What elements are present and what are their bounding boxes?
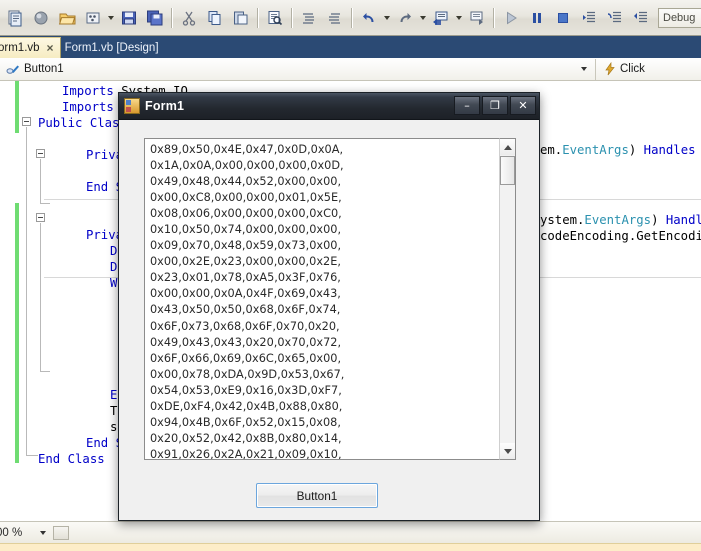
horizontal-scrollbar[interactable] [53,525,69,540]
toolbar-separator-3 [291,7,293,28]
code-fragment: em.EventArgs) Handles M [540,143,696,157]
uncomment-icon[interactable] [323,6,347,30]
member-event-combo[interactable]: Click [596,59,701,80]
form1-window[interactable]: Form1 – ❐ ✕ 0x89,0x50,0x4E,0x47,0x0D,0x0… [118,92,540,521]
add-item-dropdown[interactable] [106,7,116,29]
close-button[interactable]: ✕ [510,96,536,115]
scroll-up-arrow[interactable] [500,139,515,155]
scroll-down-arrow[interactable] [500,443,515,459]
maximize-button[interactable]: ❐ [482,96,508,115]
stop-icon[interactable] [551,6,575,30]
editor-navigation-bar: Button1 Click [0,58,701,81]
status-bar [0,543,701,551]
chevron-down-icon [40,530,46,535]
zoom-level-combo[interactable]: 00 % [0,527,48,539]
button1[interactable]: Button1 [256,483,378,508]
paste-icon[interactable] [229,6,253,30]
member-event-value: Click [620,63,645,75]
code-fragment: codeEncoding.GetEncodin [540,229,701,243]
form1-title: Form1 [145,99,185,113]
event-lightning-icon [604,62,616,76]
toolbar-separator-4 [351,7,353,28]
toolbar-separator-2 [257,7,259,28]
application-icon [124,98,140,114]
navigate-backward-dropdown[interactable] [454,7,464,29]
zoom-level-value: 00 % [0,526,23,539]
undo-dropdown[interactable] [382,7,392,29]
outline-end-tick-3 [26,455,38,456]
tab-form1-vb[interactable]: orm1.vb × [0,37,61,58]
change-indicator-main [15,203,19,463]
member-class-value: Button1 [24,63,64,75]
form1-title-bar[interactable]: Form1 – ❐ ✕ [119,93,539,120]
member-class-combo[interactable]: Button1 [0,58,596,80]
pause-icon[interactable] [525,6,549,30]
add-item-icon[interactable] [81,6,105,30]
save-icon[interactable] [117,6,141,30]
tab-form1-vb-label: orm1.vb [0,42,40,54]
outline-guide-1 [26,127,27,455]
step-out-icon[interactable] [629,6,653,30]
solution-configuration-value: Debug [663,11,696,24]
comment-icon[interactable] [297,6,321,30]
main-toolbar: Debug [0,0,701,36]
start-debug-icon[interactable] [499,6,523,30]
copy-icon[interactable] [203,6,227,30]
method-icon [6,63,20,76]
step-over-icon[interactable] [603,6,627,30]
redo-dropdown[interactable] [418,7,428,29]
undo-icon[interactable] [357,6,381,30]
editor-zoom-bar: 00 % [0,521,701,543]
change-indicator-top [15,81,19,133]
toolbar-separator-1 [171,7,173,28]
redo-icon[interactable] [393,6,417,30]
button1-label: Button1 [296,488,338,503]
window-controls: – ❐ ✕ [454,96,536,115]
navigate-backward-icon[interactable] [429,6,453,30]
chevron-down-icon [581,67,587,71]
save-all-icon[interactable] [143,6,167,30]
solution-configuration-combo[interactable]: Debug [658,7,701,28]
hex-output-textbox[interactable]: 0x89,0x50,0x4E,0x47,0x0D,0x0A, 0x1A,0x0A… [144,138,499,460]
open-file-icon[interactable] [55,6,79,30]
visual-studio-window: Debug orm1.vb × Form1.vb [Design] Button… [0,0,701,551]
cut-icon[interactable] [177,6,201,30]
outline-toggle-class[interactable] [22,117,31,126]
new-project-icon[interactable] [3,6,27,30]
minimize-button[interactable]: – [454,96,480,115]
find-icon[interactable] [263,6,287,30]
code-fragment: ystem.EventArgs) Handle [540,213,701,227]
scroll-thumb[interactable] [500,156,515,185]
step-into-icon[interactable] [577,6,601,30]
tab-form1-vb-design-label: Form1.vb [Design] [64,41,159,54]
toolbar-separator-5 [493,7,495,28]
close-icon[interactable]: × [47,41,54,55]
save-all-small-icon[interactable] [29,6,53,30]
navigate-forward-icon[interactable] [465,6,489,30]
tab-form1-vb-design[interactable]: Form1.vb [Design] [61,37,165,58]
hex-output-scrollbar[interactable] [499,138,516,460]
document-tab-strip: orm1.vb × Form1.vb [Design] [0,36,701,58]
hex-output-text: 0x89,0x50,0x4E,0x47,0x0D,0x0A, 0x1A,0x0A… [150,143,345,460]
form1-client-area: 0x89,0x50,0x4E,0x47,0x0D,0x0A, 0x1A,0x0A… [119,120,539,520]
